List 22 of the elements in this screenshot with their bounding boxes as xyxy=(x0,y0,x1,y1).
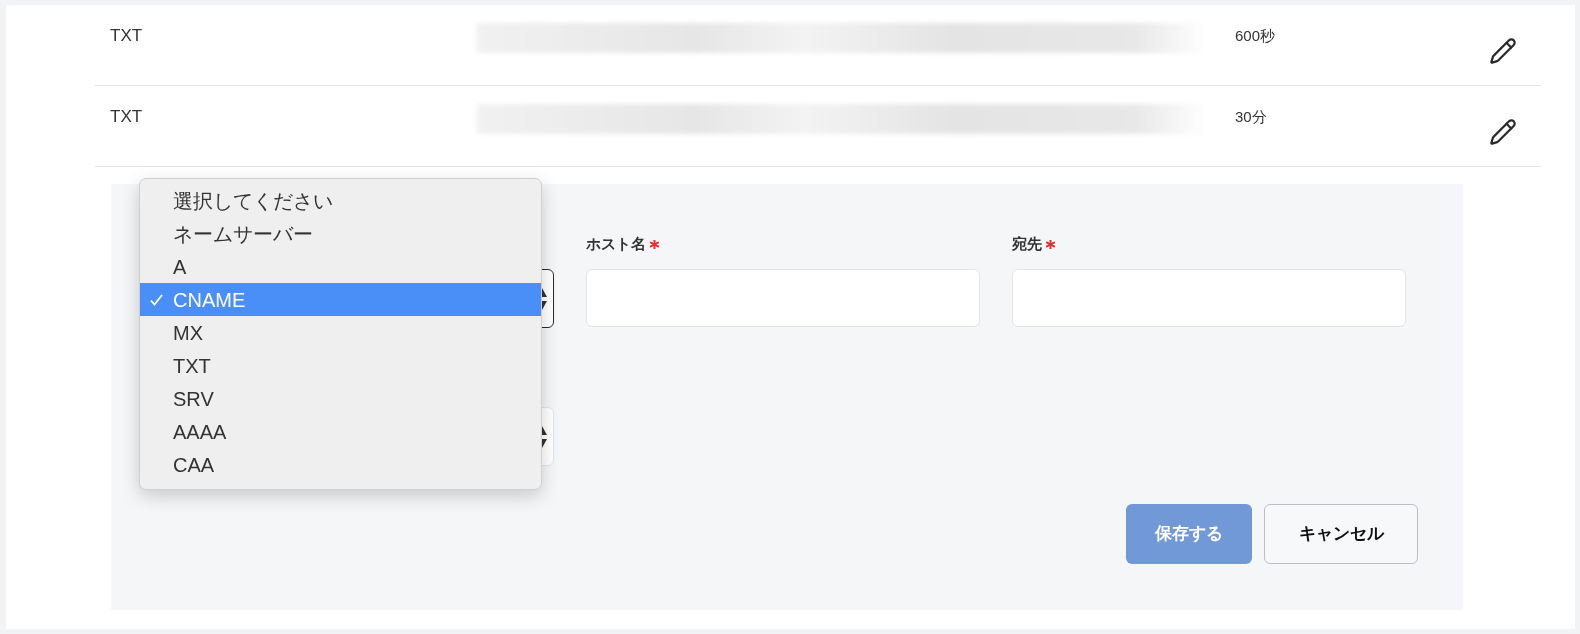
dropdown-option[interactable]: AAAA xyxy=(140,415,541,448)
field-label: 宛先 xyxy=(1012,234,1042,254)
edit-button[interactable] xyxy=(1489,118,1517,146)
ttl-value: 600秒 xyxy=(1235,26,1276,46)
record-type: TXT xyxy=(110,107,143,126)
dropdown-option[interactable]: ネームサーバー xyxy=(140,217,541,250)
edit-button[interactable] xyxy=(1489,37,1517,65)
pencil-icon xyxy=(1489,118,1517,146)
input-field[interactable] xyxy=(586,269,980,327)
cancel-button[interactable]: キャンセル xyxy=(1264,504,1418,564)
dropdown-option[interactable]: CAA xyxy=(140,448,541,481)
input-field[interactable] xyxy=(1012,269,1406,327)
dropdown-option[interactable]: A xyxy=(140,250,541,283)
dropdown-option[interactable]: MX xyxy=(140,316,541,349)
field-label: ホスト名 xyxy=(586,234,646,254)
check-icon xyxy=(150,293,163,306)
record-type: TXT xyxy=(110,26,143,45)
pencil-icon xyxy=(1489,37,1517,65)
dropdown-option[interactable]: TXT xyxy=(140,349,541,382)
dropdown-option[interactable]: SRV xyxy=(140,382,541,415)
ttl-value: 30分 xyxy=(1235,107,1267,127)
dropdown-option[interactable]: 選択してください xyxy=(140,184,541,217)
